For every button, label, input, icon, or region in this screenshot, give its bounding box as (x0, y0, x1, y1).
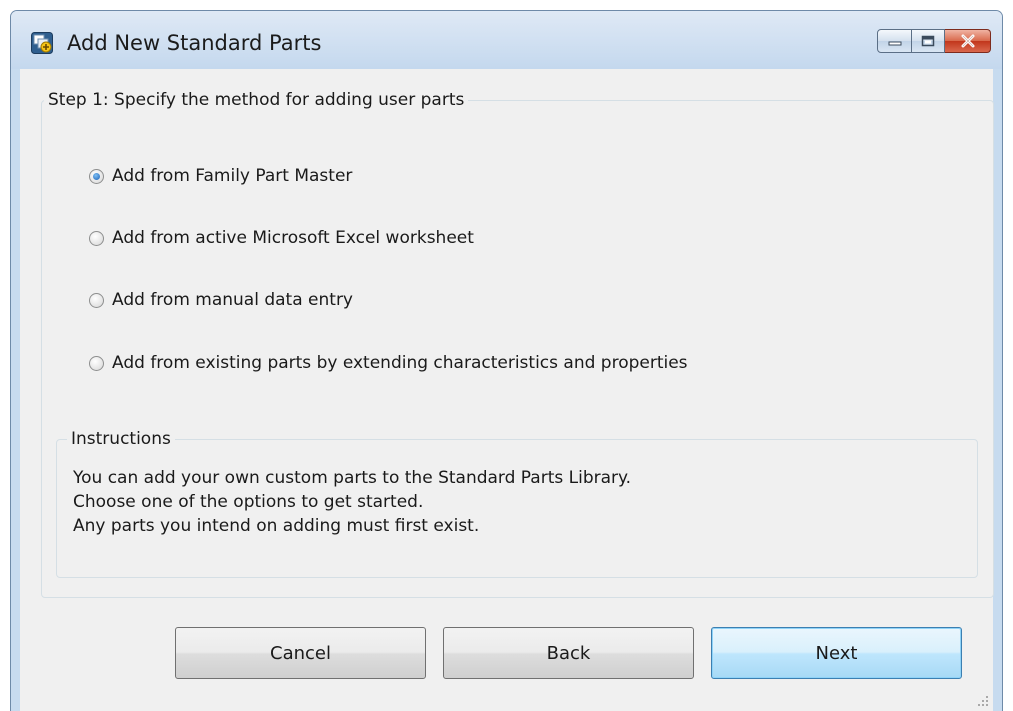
option-label: Add from Family Part Master (112, 166, 353, 186)
maximize-icon (921, 35, 935, 47)
title-bar[interactable]: Add New Standard Parts (11, 11, 1002, 69)
option-label: Add from existing parts by extending cha… (112, 353, 688, 373)
next-button[interactable]: Next (711, 627, 962, 679)
option-label: Add from manual data entry (112, 290, 353, 310)
option-label: Add from active Microsoft Excel workshee… (112, 228, 474, 248)
dialog-window: Add New Standard Parts Step 1: Specify t… (10, 10, 1003, 711)
close-button[interactable] (945, 29, 991, 53)
radio-button-checked[interactable] (89, 168, 104, 184)
instruction-line: You can add your own custom parts to the… (73, 468, 632, 488)
instructions-groupbox: You can add your own custom parts to the… (56, 439, 978, 578)
dialog-client-area: Step 1: Specify the method for adding us… (20, 69, 994, 711)
option-excel-worksheet[interactable]: Add from active Microsoft Excel workshee… (89, 228, 474, 248)
instruction-line: Choose one of the options to get started… (73, 492, 424, 512)
radio-button[interactable] (89, 292, 104, 308)
resize-grip-icon[interactable] (977, 695, 989, 707)
instructions-text: You can add your own custom parts to the… (73, 466, 631, 538)
radio-button[interactable] (89, 230, 104, 246)
option-family-part-master[interactable]: Add from Family Part Master (89, 166, 352, 186)
maximize-button[interactable] (912, 29, 945, 53)
close-icon (961, 34, 974, 48)
option-manual-data-entry[interactable]: Add from manual data entry (89, 290, 353, 310)
back-button[interactable]: Back (443, 627, 694, 679)
cancel-button[interactable]: Cancel (175, 627, 426, 679)
standard-parts-icon (31, 32, 53, 54)
option-extend-existing-parts[interactable]: Add from existing parts by extending cha… (89, 353, 688, 373)
minimize-icon (888, 41, 901, 46)
caption-buttons (877, 29, 991, 55)
minimize-button[interactable] (877, 29, 912, 53)
radio-button[interactable] (89, 355, 104, 371)
window-title: Add New Standard Parts (67, 31, 322, 55)
instruction-line: Any parts you intend on adding must firs… (73, 516, 480, 536)
instructions-legend: Instructions (67, 429, 175, 449)
method-group-legend: Step 1: Specify the method for adding us… (44, 90, 469, 110)
